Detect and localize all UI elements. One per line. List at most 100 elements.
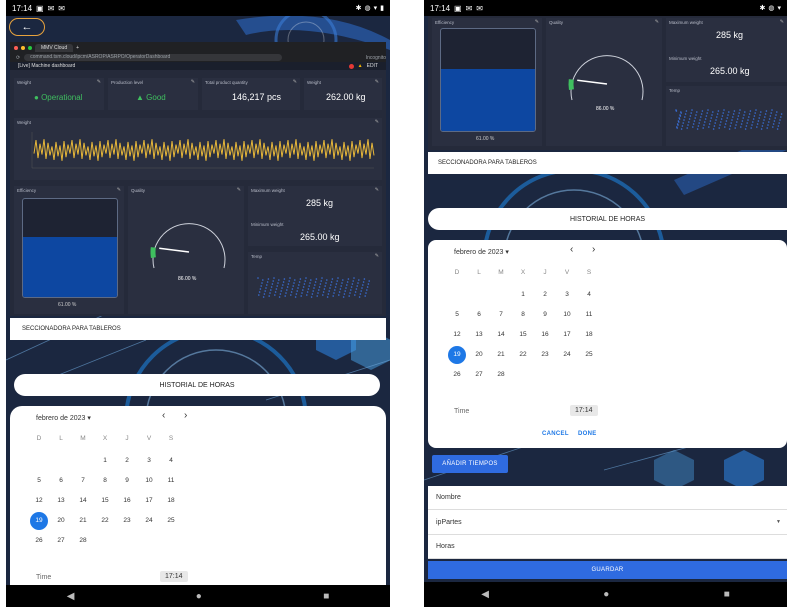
edit-pencil-icon[interactable]: ✎ bbox=[293, 79, 297, 85]
calendar-day[interactable]: 2 bbox=[118, 452, 136, 470]
nav-home-icon[interactable]: ● bbox=[603, 589, 609, 600]
calendar-day[interactable]: 4 bbox=[162, 452, 180, 470]
month-selector[interactable]: febrero de 2023 ▾ bbox=[454, 248, 509, 256]
time-value[interactable]: 17:14 bbox=[160, 571, 188, 582]
calendar-day[interactable]: 27 bbox=[52, 532, 70, 550]
edit-button[interactable]: EDIT bbox=[367, 63, 378, 69]
calendar-day[interactable]: 16 bbox=[118, 492, 136, 510]
calendar-day[interactable]: 14 bbox=[492, 326, 510, 344]
calendar-day[interactable]: 25 bbox=[580, 346, 598, 364]
edit-pencil-icon[interactable]: ✎ bbox=[117, 187, 121, 193]
edit-pencil-icon[interactable]: ✎ bbox=[655, 19, 659, 25]
add-times-button[interactable]: AÑADIR TIEMPOS bbox=[432, 455, 508, 473]
calendar-day[interactable]: 2 bbox=[536, 286, 554, 304]
nav-recents-icon[interactable]: ■ bbox=[323, 591, 329, 602]
calendar-day[interactable]: 21 bbox=[492, 346, 510, 364]
nav-back-icon[interactable]: ◀ bbox=[67, 591, 75, 602]
calendar-day[interactable]: 4 bbox=[580, 286, 598, 304]
calendar-day[interactable]: 8 bbox=[514, 306, 532, 324]
calendar-day[interactable]: 16 bbox=[536, 326, 554, 344]
edit-pencil-icon[interactable]: ✎ bbox=[375, 253, 379, 259]
calendar-day[interactable]: 6 bbox=[52, 472, 70, 490]
calendar-day-selected[interactable]: 19 bbox=[448, 346, 466, 364]
calendar-day[interactable]: 15 bbox=[514, 326, 532, 344]
calendar-day[interactable]: 7 bbox=[492, 306, 510, 324]
calendar-day[interactable]: 9 bbox=[118, 472, 136, 490]
time-value[interactable]: 17:14 bbox=[570, 405, 598, 416]
calendar-day[interactable]: 28 bbox=[492, 366, 510, 384]
new-tab-button[interactable]: + bbox=[76, 45, 79, 51]
calendar-day[interactable]: 12 bbox=[30, 492, 48, 510]
calendar-day[interactable]: 11 bbox=[580, 306, 598, 324]
calendar-day[interactable]: 20 bbox=[52, 512, 70, 530]
calendar-day[interactable]: 26 bbox=[30, 532, 48, 550]
prev-month-icon[interactable]: ‹ bbox=[570, 244, 573, 255]
save-button[interactable]: GUARDAR bbox=[428, 561, 787, 579]
calendar-day[interactable]: 5 bbox=[448, 306, 466, 324]
calendar-day[interactable]: 18 bbox=[162, 492, 180, 510]
cancel-button[interactable]: CANCEL bbox=[542, 431, 569, 437]
calendar-day[interactable]: 25 bbox=[162, 512, 180, 530]
calendar-day[interactable]: 11 bbox=[162, 472, 180, 490]
calendar-day[interactable]: 1 bbox=[96, 452, 114, 470]
section-card[interactable]: SECCIONADORA PARA TABLEROS bbox=[428, 152, 787, 174]
calendar-day[interactable]: 3 bbox=[558, 286, 576, 304]
history-button[interactable]: HISTORIAL DE HORAS bbox=[14, 374, 380, 396]
calendar-day[interactable]: 10 bbox=[558, 306, 576, 324]
close-window-icon[interactable] bbox=[14, 45, 18, 50]
calendar-day[interactable]: 13 bbox=[52, 492, 70, 510]
calendar-day[interactable]: 24 bbox=[140, 512, 158, 530]
minimize-window-icon[interactable] bbox=[21, 45, 25, 50]
next-month-icon[interactable]: › bbox=[184, 410, 187, 421]
calendar-day[interactable]: 12 bbox=[448, 326, 466, 344]
back-button[interactable]: ← bbox=[9, 18, 45, 36]
parts-select[interactable]: ipPartes ▼ bbox=[428, 510, 787, 535]
calendar-day-selected[interactable]: 19 bbox=[30, 512, 48, 530]
calendar-day[interactable]: 5 bbox=[30, 472, 48, 490]
month-selector[interactable]: febrero de 2023 ▾ bbox=[36, 414, 91, 422]
calendar-day[interactable]: 6 bbox=[470, 306, 488, 324]
name-field[interactable]: Nombre bbox=[428, 486, 787, 510]
edit-pencil-icon[interactable]: ✎ bbox=[780, 19, 784, 25]
calendar-day[interactable]: 26 bbox=[448, 366, 466, 384]
calendar-day[interactable]: 3 bbox=[140, 452, 158, 470]
edit-pencil-icon[interactable]: ✎ bbox=[375, 187, 379, 193]
calendar-day[interactable]: 21 bbox=[74, 512, 92, 530]
calendar-day[interactable]: 14 bbox=[74, 492, 92, 510]
section-card[interactable]: SECCIONADORA PARA TABLEROS bbox=[10, 318, 386, 340]
calendar-day[interactable]: 13 bbox=[470, 326, 488, 344]
url-bar[interactable]: command.tsm.cloud/ipcm/ASROP/ASRPO/Opera… bbox=[24, 54, 282, 61]
calendar-day[interactable]: 10 bbox=[140, 472, 158, 490]
calendar-day[interactable]: 28 bbox=[74, 532, 92, 550]
maximize-window-icon[interactable] bbox=[28, 45, 32, 50]
calendar-day[interactable]: 20 bbox=[470, 346, 488, 364]
history-button[interactable]: HISTORIAL DE HORAS bbox=[428, 208, 787, 230]
edit-pencil-icon[interactable]: ✎ bbox=[375, 79, 379, 85]
reload-icon[interactable]: ⟳ bbox=[16, 55, 20, 61]
edit-pencil-icon[interactable]: ✎ bbox=[237, 187, 241, 193]
edit-pencil-icon[interactable]: ✎ bbox=[535, 19, 539, 25]
hours-field[interactable]: Horas bbox=[428, 535, 787, 559]
done-button[interactable]: DONE bbox=[578, 431, 597, 437]
calendar-day[interactable]: 1 bbox=[514, 286, 532, 304]
edit-pencil-icon[interactable]: ✎ bbox=[191, 79, 195, 85]
calendar-day[interactable]: 8 bbox=[96, 472, 114, 490]
calendar-day[interactable]: 17 bbox=[140, 492, 158, 510]
nav-back-icon[interactable]: ◀ bbox=[481, 589, 489, 600]
calendar-day[interactable]: 15 bbox=[96, 492, 114, 510]
calendar-day[interactable]: 23 bbox=[118, 512, 136, 530]
edit-pencil-icon[interactable]: ✎ bbox=[375, 119, 379, 125]
calendar-day[interactable]: 24 bbox=[558, 346, 576, 364]
nav-recents-icon[interactable]: ■ bbox=[724, 589, 730, 600]
alert-icon[interactable] bbox=[348, 63, 354, 69]
calendar-day[interactable]: 23 bbox=[536, 346, 554, 364]
edit-pencil-icon[interactable]: ✎ bbox=[97, 79, 101, 85]
nav-home-icon[interactable]: ● bbox=[196, 591, 202, 602]
calendar-day[interactable]: 17 bbox=[558, 326, 576, 344]
calendar-day[interactable]: 27 bbox=[470, 366, 488, 384]
calendar-day[interactable]: 7 bbox=[74, 472, 92, 490]
calendar-day[interactable]: 9 bbox=[536, 306, 554, 324]
prev-month-icon[interactable]: ‹ bbox=[162, 410, 165, 421]
calendar-day[interactable]: 22 bbox=[514, 346, 532, 364]
next-month-icon[interactable]: › bbox=[592, 244, 595, 255]
